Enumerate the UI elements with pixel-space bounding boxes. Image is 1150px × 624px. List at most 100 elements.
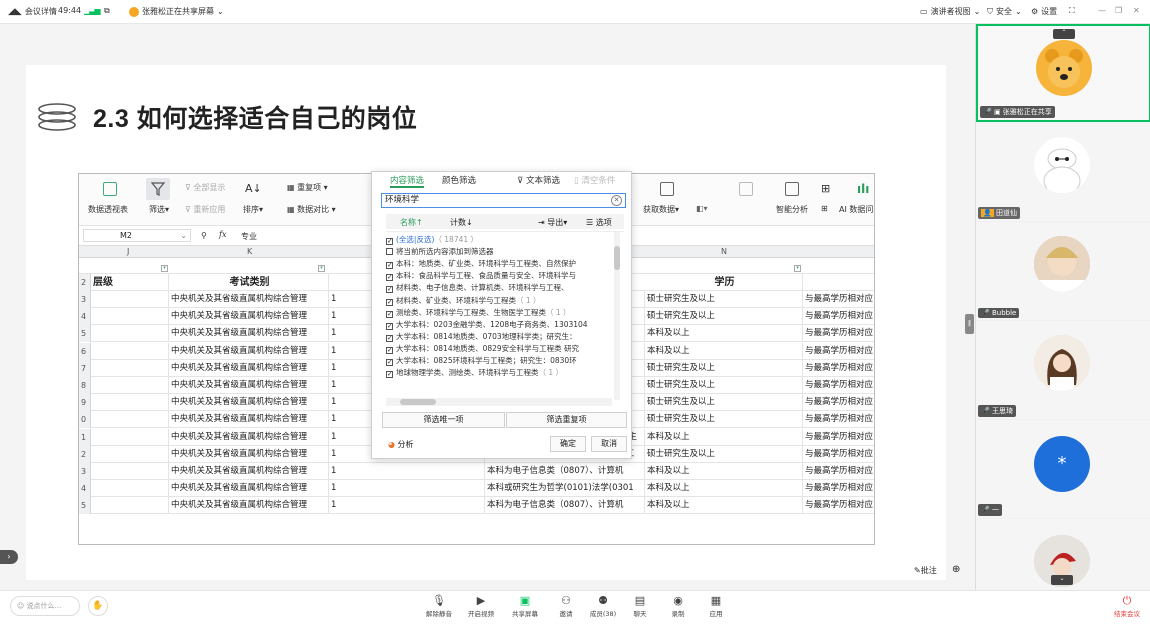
cell-degree[interactable]: 与最高学历相对应 <box>803 463 874 480</box>
settings-button[interactable]: ⚙ 设置 <box>1031 6 1057 17</box>
tab-color-filter[interactable]: 颜色筛选 <box>442 174 476 186</box>
share-screen-button[interactable]: ▣ 共享屏幕 <box>510 594 540 618</box>
options-button[interactable]: ☰ 选项 <box>586 217 612 228</box>
close-icon[interactable]: ✕ <box>1133 6 1140 15</box>
name-box[interactable]: M2 ⌄ <box>83 229 191 242</box>
cell-count[interactable]: 1 <box>329 497 485 515</box>
checkbox[interactable] <box>386 334 393 342</box>
fx-icon[interactable]: fx <box>219 230 226 239</box>
cell-degree[interactable]: 与最高学历相对应 <box>803 360 874 377</box>
participant-tile[interactable]: ⌃ 🎤 ▣ 张雅松正在共享 <box>976 24 1150 122</box>
cell-exam-type[interactable]: 中央机关及其省级直属机构综合管理 <box>169 342 329 360</box>
cell-level[interactable] <box>91 394 169 412</box>
row-number[interactable]: 3 <box>79 291 91 308</box>
compare-button[interactable]: ▦ 数据对比 ▾ <box>287 204 336 215</box>
cell-level[interactable] <box>91 325 169 343</box>
expand-icon[interactable]: ⌄ <box>1051 575 1073 585</box>
filter-list-item[interactable]: 大学本科：0203金融学类、1208电子商务类、1303104 <box>386 319 588 330</box>
text-filter-button[interactable]: ⊽ 文本筛选 <box>517 174 560 186</box>
cell-level[interactable] <box>91 480 169 498</box>
cell-degree[interactable]: 与最高学历相对应 <box>803 411 874 428</box>
cell-education[interactable]: 硕士研究生及以上 <box>645 308 803 326</box>
filter-list-item[interactable]: 大学本科：0825环境科学与工程类；研究生：0830环 <box>386 355 577 366</box>
row-number[interactable]: 9 <box>79 394 91 412</box>
video-button[interactable]: ▶ 开启视频 <box>466 594 496 618</box>
scrollbar-thumb[interactable] <box>614 246 620 270</box>
share-status[interactable]: 张雅松正在共享屏幕 ⌄ <box>129 6 224 17</box>
filter-list-item[interactable]: 本科：食品科学与工程、食品质量与安全、环境科学与 <box>386 270 576 282</box>
cell-count[interactable]: 1 <box>329 463 485 480</box>
cell-degree[interactable]: 与最高学历相对应 <box>803 343 874 360</box>
filter-button[interactable]: 筛选▾ <box>149 204 169 215</box>
filter-unique-button[interactable]: 筛选唯一项 <box>382 412 505 428</box>
chat-input[interactable]: ☺ 说点什么... <box>10 596 80 616</box>
cell-exam-type[interactable]: 中央机关及其省级直属机构综合管理 <box>169 308 329 326</box>
cell-degree[interactable]: 与最高学历相对应 <box>803 325 874 342</box>
grid-small-icon[interactable]: ⊞ <box>821 204 828 213</box>
unmute-button[interactable]: 🎙 解除静音 <box>424 594 454 618</box>
checkbox[interactable] <box>386 322 393 330</box>
participant-tile[interactable]: 🎤 Bubble <box>976 222 1150 320</box>
cell-education[interactable]: 硕士研究生及以上 <box>645 411 803 429</box>
cell-exam-type[interactable]: 中央机关及其省级直属机构综合管理 <box>169 377 329 394</box>
cell-exam-type[interactable]: 中央机关及其省级直属机构综合管理 <box>169 325 329 343</box>
presenter-view-button[interactable]: ▭ 演讲者视图 ⌄ <box>920 6 980 17</box>
participant-tile[interactable]: * 🎤 一 <box>976 420 1150 518</box>
filter-list-item[interactable]: 测绘类、环境科学与工程类、生物医学工程类（ 1 ） <box>386 307 571 318</box>
cell-education[interactable]: 本科及以上 <box>645 463 803 480</box>
cell-exam-type[interactable]: 中央机关及其省级直属机构综合管理 <box>169 445 329 463</box>
filter-list-item[interactable]: 材料类、电子信息类、计算机类、环境科学与工程、 <box>386 282 569 294</box>
cell-major[interactable]: 本科或研究生为哲学(0101)法学(0301 <box>485 480 645 498</box>
cell-count[interactable]: 1 <box>329 480 485 498</box>
end-meeting-button[interactable]: ⏻ 结束会议 <box>1110 594 1144 618</box>
checkbox[interactable] <box>386 248 393 256</box>
row-number[interactable]: 2 <box>79 445 91 463</box>
minimize-icon[interactable]: — <box>1098 6 1106 15</box>
clear-filter-button[interactable]: ▯ 清空条件 <box>574 174 615 186</box>
cell-degree[interactable]: 与最高学历相对应 <box>803 291 874 308</box>
fullscreen-icon[interactable]: ⛶ <box>1069 6 1075 16</box>
cell-level[interactable] <box>91 428 169 446</box>
cell-education[interactable]: 硕士研究生及以上 <box>645 394 803 412</box>
column-filter-button[interactable]: ▾ <box>161 265 168 272</box>
row-number[interactable]: 1 <box>79 428 91 446</box>
cell-education[interactable]: 本科及以上 <box>645 342 803 360</box>
cell-education[interactable]: 本科及以上 <box>645 480 803 498</box>
row-number[interactable]: 0 <box>79 411 91 429</box>
tab-content-filter[interactable]: 内容筛选 <box>390 174 425 188</box>
analysis-button[interactable]: ◕ 分析 <box>388 439 414 450</box>
get-data-button[interactable]: 获取数据▾ <box>643 204 679 215</box>
participant-tile[interactable]: ⌄ <box>976 519 1150 590</box>
cell-exam-type[interactable]: 中央机关及其省级直属机构综合管理 <box>169 394 329 412</box>
cell-education[interactable]: 硕士研究生及以上 <box>645 445 803 463</box>
cell-degree[interactable]: 与最高学历相对应 <box>803 446 874 463</box>
cell-level[interactable] <box>91 445 169 463</box>
cell-level[interactable] <box>91 497 169 515</box>
apps-button[interactable]: ▦ 应用 <box>701 594 731 618</box>
filter-list-item[interactable]: (全选|反选)（ 18741 ） <box>386 234 478 245</box>
cell-level[interactable] <box>91 308 169 326</box>
header-cell-exam-type[interactable]: 考试类别 <box>169 274 329 291</box>
horizontal-scrollbar[interactable] <box>386 398 612 406</box>
row-number[interactable]: 6 <box>79 342 91 360</box>
popout-icon[interactable]: ⧉ <box>104 6 110 16</box>
column-filter-button[interactable]: ▾ <box>794 265 801 272</box>
filter-duplicates-button[interactable]: 筛选重复项 <box>506 412 627 428</box>
cell-level[interactable] <box>91 377 169 394</box>
cell-exam-type[interactable]: 中央机关及其省级直属机构综合管理 <box>169 411 329 429</box>
filter-list-item[interactable]: 材料类、矿业类、环境科学与工程类（ 1 ） <box>386 295 541 306</box>
header-cell-education[interactable]: 学历 <box>645 274 803 291</box>
column-header-j[interactable]: J <box>127 247 129 256</box>
sort-by-name-button[interactable]: 名称↑ <box>400 217 423 228</box>
cell-level[interactable] <box>91 342 169 360</box>
filter-list-item[interactable]: 将当前所选内容添加到筛选器 <box>386 246 494 257</box>
cell-degree[interactable]: 与最高学历相对应 <box>803 394 874 411</box>
row-number[interactable]: 5 <box>79 497 91 515</box>
checkbox[interactable] <box>386 238 393 245</box>
column-header-n[interactable]: N <box>721 247 727 256</box>
checkbox[interactable] <box>386 371 393 379</box>
filter-icon[interactable] <box>146 178 170 200</box>
expand-left-icon[interactable]: › <box>0 550 18 564</box>
annotate-button[interactable]: ✎批注 <box>914 565 937 576</box>
cell-degree[interactable]: 与最高学历相对应 <box>803 497 874 514</box>
